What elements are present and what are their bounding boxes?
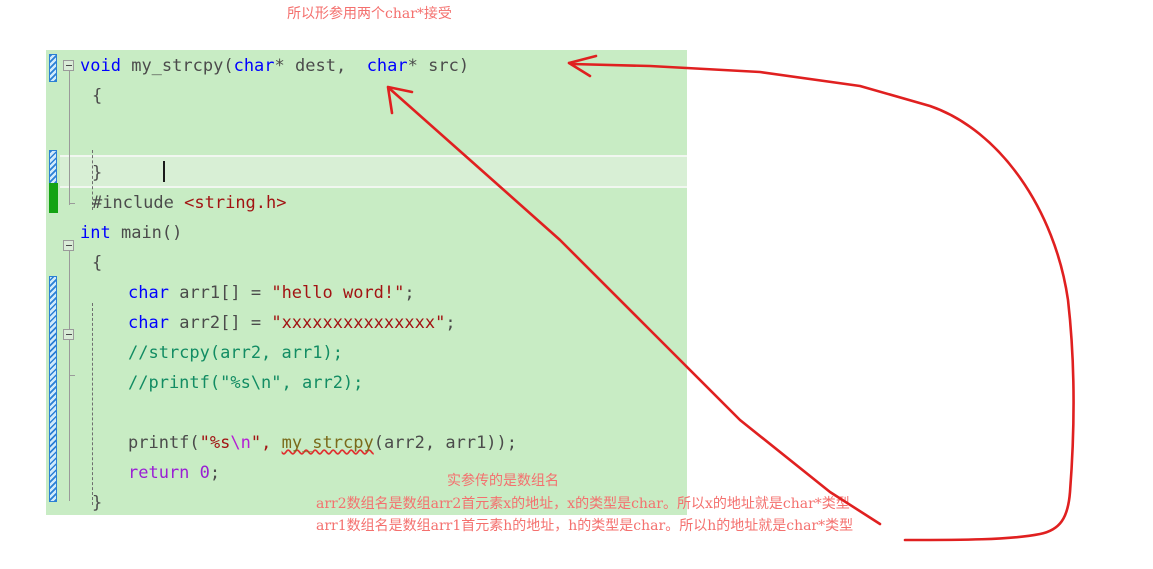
token-function-main: main() bbox=[120, 223, 183, 243]
annotation-top-note: 所以形参用两个char*接受 bbox=[287, 6, 452, 22]
change-bar-gutter bbox=[46, 50, 60, 515]
token-param-dest: dest bbox=[295, 56, 336, 76]
token-keyword-char: char bbox=[233, 56, 275, 76]
token-string-hello-word: "hello word!" bbox=[271, 283, 405, 303]
change-bar-saved bbox=[49, 183, 58, 213]
code-editor-panel[interactable]: void my_strcpy(char* dest, char* src) { … bbox=[46, 50, 687, 515]
code-line-13: printf("%s\n", my_strcpy(arr2, arr1)); bbox=[128, 428, 517, 458]
token-keyword-void: void bbox=[80, 56, 121, 76]
token-escape-newline: \n bbox=[230, 433, 251, 453]
code-line-2: { bbox=[92, 86, 103, 106]
token-var-arr1: arr1[] = bbox=[179, 283, 272, 303]
outlining-column[interactable] bbox=[60, 50, 78, 515]
annotation-line-2: arr1数组名是数组arr1首元素h的地址，h的类型是char。所以h的地址就是… bbox=[316, 518, 854, 534]
code-line-1: void my_strcpy(char* dest, char* src) bbox=[80, 56, 470, 76]
fold-toggle-main[interactable] bbox=[63, 240, 74, 251]
token-semicolon: ; bbox=[209, 463, 221, 483]
code-line-10: //strcpy(arr2, arr1); bbox=[128, 343, 343, 363]
code-line-4: } bbox=[92, 163, 103, 183]
token-function-name: my_strcpy bbox=[131, 56, 224, 76]
token-format-string: "%s bbox=[199, 433, 231, 453]
token-param-src: src bbox=[428, 56, 459, 76]
annotation-mid-note: 实参传的是数组名 bbox=[447, 473, 559, 489]
code-line-6: int main() bbox=[80, 218, 182, 248]
code-line-15: } bbox=[92, 493, 103, 513]
token-number-zero: 0 bbox=[199, 463, 210, 483]
code-line-8: char arr1[] = "hello word!"; bbox=[128, 278, 415, 308]
annotation-line-1: arr2数组名是数组arr2首元素x的地址，x的类型是char。所以x的地址就是… bbox=[316, 496, 850, 512]
fold-range-line bbox=[68, 71, 70, 161]
fold-range-line bbox=[68, 340, 70, 376]
fold-range-line bbox=[68, 161, 70, 205]
token-call-printf: printf( bbox=[128, 433, 200, 453]
token-keyword-char: char bbox=[366, 56, 408, 76]
change-bar-unsaved bbox=[49, 276, 57, 502]
token-var-arr2: arr2[] = bbox=[179, 313, 272, 333]
token-keyword-return: return bbox=[128, 463, 190, 483]
token-semicolon: ; bbox=[404, 283, 415, 303]
code-line-7: { bbox=[92, 253, 103, 273]
code-line-5: #include <string.h> bbox=[92, 188, 287, 218]
code-line-9: char arr2[] = "xxxxxxxxxxxxxxx"; bbox=[128, 308, 456, 338]
fold-toggle-function[interactable] bbox=[63, 60, 74, 71]
token-keyword-char: char bbox=[128, 283, 169, 303]
token-include-header: <string.h> bbox=[184, 193, 287, 213]
token-keyword-char: char bbox=[128, 313, 169, 333]
token-call-args: (arr2, arr1)); bbox=[373, 433, 518, 453]
token-string-xxxxx: "xxxxxxxxxxxxxxx" bbox=[271, 313, 446, 333]
token-preprocessor-include: #include bbox=[92, 193, 174, 213]
token-format-string-close: ", bbox=[250, 433, 272, 453]
code-line-14: return 0; bbox=[128, 458, 220, 488]
code-text-area[interactable]: void my_strcpy(char* dest, char* src) { … bbox=[80, 50, 687, 515]
fold-range-line bbox=[68, 251, 70, 501]
token-semicolon: ; bbox=[445, 313, 456, 333]
token-keyword-int: int bbox=[80, 223, 111, 243]
fold-range-end bbox=[68, 375, 75, 376]
token-call-my-strcpy: my_strcpy bbox=[281, 433, 374, 453]
code-line-11: //printf("%s\n", arr2); bbox=[128, 373, 364, 393]
fold-toggle-comment[interactable] bbox=[63, 329, 74, 340]
change-bar-unsaved bbox=[49, 54, 57, 82]
